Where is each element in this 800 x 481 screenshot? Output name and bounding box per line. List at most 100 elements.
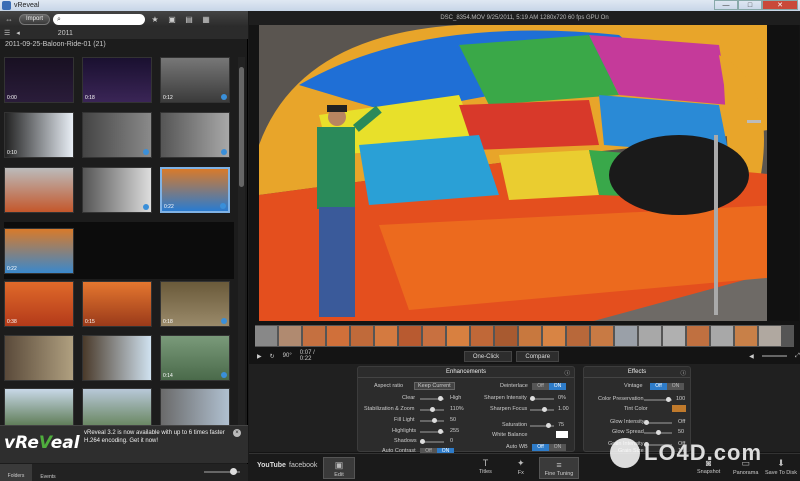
youtube-button[interactable]: YouTube [257, 462, 286, 469]
vintage-toggle[interactable]: Off ON [650, 383, 684, 390]
star-icon[interactable]: ★ [148, 14, 162, 25]
filmstrip-frame [663, 326, 685, 346]
scrollbar-thumb[interactable] [239, 67, 244, 187]
year-label: 2011 [57, 29, 73, 37]
effects-info-icon[interactable]: ⓘ [680, 369, 686, 377]
slider-knob[interactable] [546, 423, 551, 428]
filmstrip-frame [399, 326, 421, 346]
slider-knob[interactable] [432, 418, 437, 423]
facebook-button[interactable]: facebook [289, 462, 317, 469]
slider-knob[interactable] [420, 439, 425, 444]
rotate-icon[interactable]: ↻ [270, 353, 275, 360]
highlights-slider[interactable] [420, 429, 444, 434]
aspect-ratio-select[interactable]: Keep Current [414, 382, 455, 390]
filmstrip-frame [495, 326, 517, 346]
promo-text[interactable]: vReveal 3.2 is now available with up to … [84, 430, 229, 445]
deinterlace-toggle[interactable]: Off ON [532, 383, 566, 390]
library-scrollbar[interactable] [238, 57, 245, 437]
tint-color-swatch[interactable] [672, 405, 686, 412]
edit-button[interactable]: ▣ Edit [323, 457, 355, 479]
slider-knob[interactable] [430, 407, 435, 412]
play-icon[interactable]: ▶ [257, 353, 262, 360]
slider-knob[interactable] [230, 468, 237, 475]
thumbnail[interactable]: 0:14 [160, 335, 230, 381]
maximize-button[interactable]: □ [738, 0, 762, 10]
fullscreen-icon[interactable]: ⤢ [795, 353, 800, 360]
clear-slider[interactable] [420, 396, 444, 401]
thumbnail-selected[interactable]: 0:22 [160, 167, 230, 213]
thumbnail[interactable]: 0:18 [160, 281, 230, 327]
grid-icon[interactable]: ▦ [199, 14, 213, 25]
thumbnail[interactable] [82, 112, 152, 158]
slider-knob[interactable] [644, 420, 649, 425]
filmstrip-frame [711, 326, 733, 346]
thumbnail[interactable]: 0:15 [82, 281, 152, 327]
stabilization-slider[interactable] [420, 407, 444, 412]
thumbnail[interactable] [82, 167, 152, 213]
toggle-off[interactable]: Off [532, 383, 549, 390]
glow-spread-value: 50 [678, 429, 685, 435]
fill-light-slider[interactable] [420, 418, 444, 423]
promo-banner[interactable]: vReVeal vReveal 3.2 is now available wit… [0, 425, 248, 463]
menu-icon[interactable]: ☰ [4, 29, 10, 37]
save-to-disk-button[interactable]: ⬇ Save To Disk [765, 458, 797, 476]
minimize-button[interactable]: — [714, 0, 738, 10]
thumbnail[interactable]: 0:00 [4, 57, 74, 103]
video-preview[interactable] [259, 25, 799, 321]
fine-tuning-button[interactable]: ≡ Fine Tuning [539, 457, 579, 479]
timeline-filmstrip[interactable] [255, 325, 794, 347]
white-balance-swatch[interactable] [556, 431, 568, 438]
photo-icon[interactable]: ▤ [182, 14, 196, 25]
saturation-slider[interactable] [530, 423, 554, 428]
thumbnail-duration: 0:18 [85, 95, 95, 101]
shadows-slider[interactable] [420, 439, 444, 444]
info-icon[interactable]: ⓘ [564, 369, 570, 377]
slider-knob[interactable] [438, 429, 443, 434]
thumbnail[interactable] [160, 112, 230, 158]
camera-icon[interactable]: ▣ [165, 14, 179, 25]
nav-icon[interactable]: ⇔ [2, 14, 16, 25]
thumbnail[interactable]: 0:10 [4, 112, 74, 158]
vintage-label: Vintage [624, 383, 643, 389]
slider-knob[interactable] [666, 397, 671, 402]
volume-icon[interactable]: ◀ [749, 353, 754, 360]
year-prev-button[interactable]: ◂ [16, 29, 20, 37]
thumbnail[interactable] [82, 335, 152, 381]
search-input[interactable]: ⌕ [53, 13, 146, 25]
slider-knob[interactable] [542, 407, 547, 412]
glow-intensity-slider[interactable] [644, 420, 672, 425]
thumbnail[interactable] [4, 335, 74, 381]
sharpen-focus-slider[interactable] [530, 407, 554, 412]
import-button[interactable]: Import [19, 13, 51, 25]
close-button[interactable]: ✕ [762, 0, 798, 10]
one-click-fix-button[interactable]: One-Click Fix [463, 350, 513, 371]
promo-close-icon[interactable]: × [233, 429, 241, 437]
thumbnail[interactable]: 0:22 [4, 228, 74, 274]
slider-knob[interactable] [438, 396, 443, 401]
thumbnail-size-slider[interactable] [204, 468, 240, 475]
volume-slider[interactable] [761, 355, 788, 357]
thumbnail[interactable]: 0:18 [82, 57, 152, 103]
toggle-off[interactable]: Off [532, 444, 549, 451]
thumbnail[interactable]: 0:38 [4, 281, 74, 327]
filmstrip-frame [447, 326, 469, 346]
toggle-on[interactable]: ON [549, 444, 566, 451]
auto-wb-toggle[interactable]: Off ON [532, 444, 566, 451]
glow-spread-slider[interactable] [644, 430, 672, 435]
snapshot-label: Snapshot [697, 469, 721, 475]
toggle-on[interactable]: ON [667, 383, 684, 390]
tab-folders[interactable]: Folders [0, 464, 32, 481]
compare-button[interactable]: Compare [516, 350, 560, 362]
toggle-on[interactable]: ON [549, 383, 566, 390]
library-toolbar: ⇔ Import ⌕ ★ ▣ ▤ ▦ [0, 11, 248, 27]
color-preservation-slider[interactable] [644, 397, 672, 402]
titles-button[interactable]: T Titles [479, 458, 492, 475]
tab-events[interactable]: Events [32, 466, 64, 480]
thumbnail[interactable] [4, 167, 74, 213]
toggle-off[interactable]: Off [650, 383, 667, 390]
slider-knob[interactable] [530, 396, 535, 401]
thumbnail[interactable]: 0:12 [160, 57, 230, 103]
slider-knob[interactable] [656, 430, 661, 435]
sharpen-intensity-slider[interactable] [530, 396, 554, 401]
fx-button[interactable]: ✦ Fx [517, 458, 525, 476]
